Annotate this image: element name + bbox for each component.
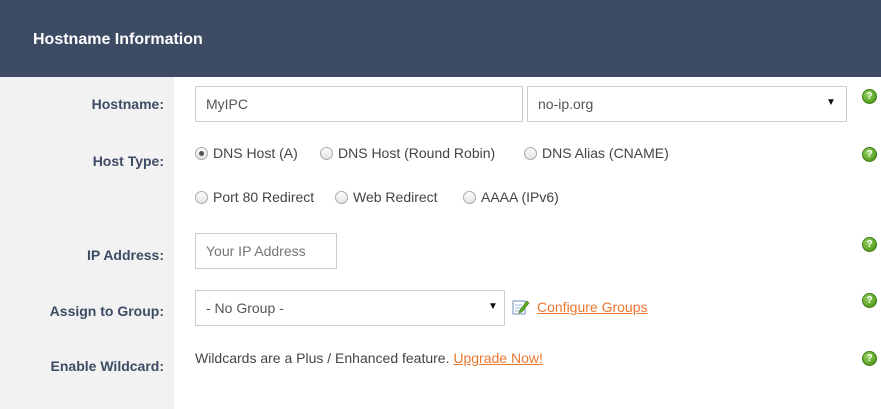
radio-web-redirect[interactable]: Web Redirect [335,189,438,205]
radio-icon[interactable] [524,147,537,160]
group-select-value: - No Group - [206,300,284,316]
radio-dns-host-a[interactable]: DNS Host (A) [195,145,298,161]
help-icon[interactable]: ? [862,351,877,366]
help-icon[interactable]: ? [862,293,877,308]
radio-icon[interactable] [463,191,476,204]
edit-icon[interactable] [512,299,530,315]
ip-address-input[interactable] [195,233,337,269]
radio-label: DNS Host (Round Robin) [338,145,496,161]
radio-label: Web Redirect [353,189,438,205]
enable-wildcard-label: Enable Wildcard: [50,358,164,374]
domain-select-value: no-ip.org [538,96,594,112]
radio-icon[interactable] [335,191,348,204]
hostname-label: Hostname: [91,96,164,112]
radio-icon[interactable] [195,191,208,204]
radio-selected-icon[interactable] [195,147,208,160]
assign-group-label: Assign to Group: [49,303,164,319]
host-type-label: Host Type: [92,153,164,169]
dropdown-arrow-icon: ▼ [488,301,498,312]
upgrade-now-link[interactable]: Upgrade Now! [453,350,543,366]
radio-dns-host-round-robin[interactable]: DNS Host (Round Robin) [320,145,495,161]
radio-port-80-redirect[interactable]: Port 80 Redirect [195,189,314,205]
wildcard-text: Wildcards are a Plus / Enhanced feature. [195,350,450,366]
group-select[interactable]: - No Group - ▼ [195,290,505,326]
wildcard-info: Wildcards are a Plus / Enhanced feature.… [195,350,543,366]
dropdown-arrow-icon: ▼ [826,97,836,108]
radio-aaaa-ipv6[interactable]: AAAA (IPv6) [463,189,559,205]
configure-groups-link[interactable]: Configure Groups [537,299,648,315]
domain-select[interactable]: no-ip.org ▼ [527,86,847,122]
section-header: Hostname Information [0,0,881,77]
radio-label: DNS Alias (CNAME) [542,145,669,161]
ip-address-label: IP Address: [86,247,164,263]
help-icon[interactable]: ? [862,237,877,252]
hostname-input[interactable] [195,86,523,122]
section-title: Hostname Information [33,31,203,48]
radio-icon[interactable] [320,147,333,160]
label-column: Hostname: Host Type: IP Address: Assign … [0,77,174,409]
help-icon[interactable]: ? [862,89,877,104]
radio-label: Port 80 Redirect [213,189,315,205]
radio-label: AAAA (IPv6) [481,189,559,205]
radio-dns-alias-cname[interactable]: DNS Alias (CNAME) [524,145,669,161]
radio-label: DNS Host (A) [213,145,298,161]
help-icon[interactable]: ? [862,147,877,162]
